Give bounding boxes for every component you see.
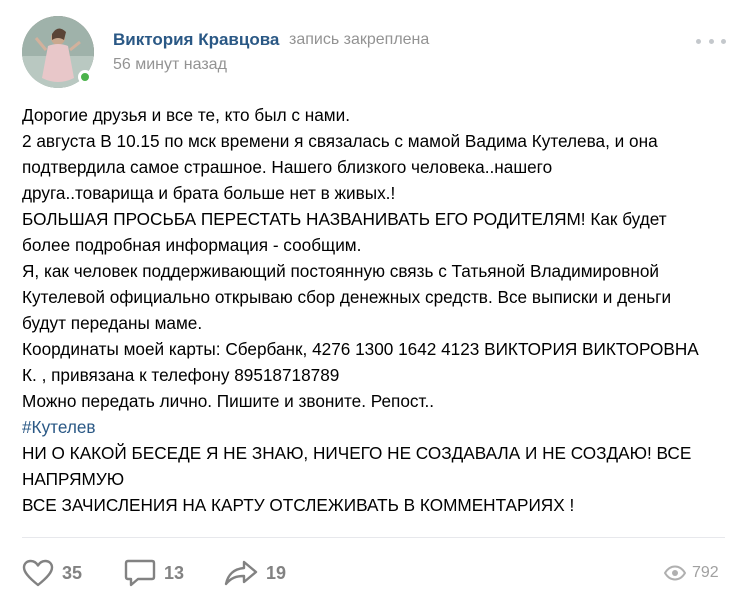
- more-dot: [708, 38, 714, 44]
- post-text-line: подтвердила самое страшное. Нашего близк…: [22, 157, 553, 177]
- post-text: Дорогие друзья и все те, кто был с нами.…: [22, 102, 732, 518]
- post-text-line: ВСЕ ЗАЧИСЛЕНИЯ НА КАРТУ ОТСЛЕЖИВАТЬ В КО…: [22, 495, 575, 515]
- like-count: 35: [62, 562, 83, 583]
- post-text-line: Кутелевой официально открываю сбор денеж…: [22, 287, 672, 307]
- views-counter: 792: [664, 560, 719, 586]
- more-dot: [721, 38, 726, 44]
- post-text-line: 2 августа В 10.15 по мск времени я связа…: [22, 131, 658, 151]
- post-timestamp-link[interactable]: 56 минут назад: [113, 56, 227, 74]
- post-text-line: Дорогие друзья и все те, кто был с нами.: [22, 105, 350, 125]
- post-text-line: Я, как человек поддерживающий постоянную…: [22, 261, 660, 281]
- heart-icon: [22, 559, 54, 587]
- post-text-line: будут переданы маме.: [22, 313, 203, 333]
- views-count: 792: [692, 564, 719, 581]
- share-count: 19: [266, 562, 287, 583]
- online-status-indicator: [78, 70, 92, 84]
- comment-count: 13: [164, 562, 185, 583]
- comment-bubble-icon: [124, 559, 156, 587]
- post-text-line: более подробная информация - сообщим.: [22, 235, 362, 255]
- post-text-line: друга..товарища и брата больше нет в жив…: [22, 183, 396, 203]
- hashtag-link[interactable]: #Кутелев: [22, 414, 732, 440]
- more-dots-icon[interactable]: [696, 31, 726, 51]
- like-button[interactable]: 35: [22, 556, 82, 590]
- author-avatar-container[interactable]: [22, 16, 94, 88]
- post-text-line: Координаты моей карты: Сбербанк, 4276 13…: [22, 339, 699, 359]
- wall-post: Виктория Кравцова запись закреплена 56 м…: [0, 0, 747, 604]
- post-text-line: Можно передать лично. Пишите и звоните. …: [22, 391, 435, 411]
- more-dot: [696, 38, 701, 44]
- post-text-line: НИ О КАКОЙ БЕСЕДЕ Я НЕ ЗНАЮ, НИЧЕГО НЕ С…: [22, 443, 692, 463]
- eye-icon: [664, 565, 686, 581]
- author-name-link[interactable]: Виктория Кравцова: [113, 30, 279, 50]
- footer-divider: [22, 537, 725, 538]
- share-arrow-icon: [224, 560, 258, 586]
- post-text-line: БОЛЬШАЯ ПРОСЬБА ПЕРЕСТАТЬ НАЗВАНИВАТЬ ЕГ…: [22, 209, 667, 229]
- pinned-label: запись закреплена: [289, 31, 430, 48]
- share-button[interactable]: 19: [224, 556, 286, 590]
- comment-button[interactable]: 13: [124, 556, 184, 590]
- post-text-line: К. , привязана к телефону 89518718789: [22, 365, 340, 385]
- post-text-line: НАПРЯМУЮ: [22, 469, 125, 489]
